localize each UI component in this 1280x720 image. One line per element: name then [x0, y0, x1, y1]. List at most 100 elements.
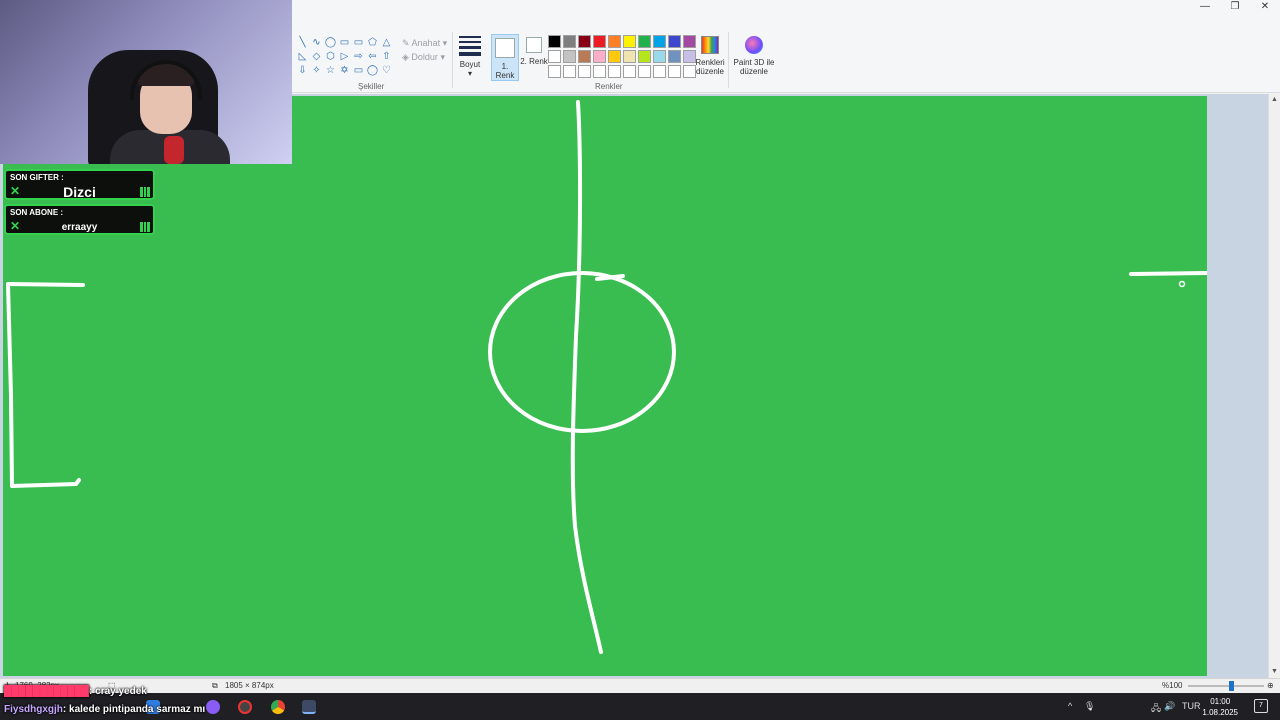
webcam-overlay — [0, 0, 292, 164]
shape-tool-icon[interactable]: ⬠ — [366, 36, 379, 49]
shape-tool-icon[interactable]: ▭ — [352, 64, 365, 77]
chat-message: Fiysdhgxgjh: kalede pintipanda sarmaz mı — [4, 704, 205, 715]
app-icon[interactable] — [238, 700, 252, 714]
palette-swatch[interactable] — [668, 50, 681, 63]
shape-tool-icon[interactable]: ◺ — [296, 50, 309, 63]
palette-swatch[interactable] — [653, 50, 666, 63]
clock[interactable]: 01:00 1.08.2025 — [1202, 696, 1238, 718]
paint3d-icon — [745, 36, 763, 54]
volume-icon[interactable]: 🔊 — [1164, 701, 1175, 712]
palette-swatch[interactable] — [548, 65, 561, 78]
palette-swatch[interactable] — [548, 35, 561, 48]
palette-swatch[interactable] — [593, 50, 606, 63]
paint3d-button[interactable]: Paint 3D ile düzenle — [732, 36, 776, 76]
palette-swatch[interactable] — [563, 65, 576, 78]
palette-swatch[interactable] — [638, 50, 651, 63]
minimize-button[interactable]: — — [1190, 0, 1220, 14]
chrome-icon[interactable] — [271, 700, 285, 714]
palette-swatch[interactable] — [653, 35, 666, 48]
shape-tool-icon[interactable]: ▭ — [352, 36, 365, 49]
palette-swatch[interactable] — [623, 50, 636, 63]
palette-swatch[interactable] — [623, 35, 636, 48]
zoom-level: %100 — [1162, 681, 1183, 690]
size-label: Boyut — [459, 60, 481, 69]
xbox-logo-icon: ✕ — [10, 184, 21, 198]
paint-app-icon[interactable] — [302, 700, 316, 714]
fill-dropdown[interactable]: ◈ Doldur ▾ — [402, 50, 447, 64]
palette-swatch[interactable] — [608, 35, 621, 48]
palette-swatch[interactable] — [578, 50, 591, 63]
shape-tool-icon[interactable]: ╲ — [296, 36, 309, 49]
restore-button[interactable]: ❐ — [1220, 0, 1250, 14]
shape-tool-icon[interactable]: ⇨ — [352, 50, 365, 63]
shape-tool-icon[interactable]: ◯ — [366, 64, 379, 77]
tray-chevron-icon[interactable]: ^ — [1068, 701, 1072, 711]
zoom-slider[interactable] — [1188, 685, 1264, 687]
language-indicator[interactable]: TUR — [1182, 701, 1201, 711]
shape-tool-icon[interactable]: ▭ — [338, 36, 351, 49]
outline-dropdown[interactable]: ✎ Anahat ▾ — [402, 36, 447, 50]
color-1-button[interactable]: 1. Renk — [491, 34, 519, 81]
close-button[interactable]: ✕ — [1250, 0, 1280, 14]
zoom-slider-thumb[interactable] — [1229, 681, 1234, 691]
palette-swatch[interactable] — [548, 50, 561, 63]
shape-tool-icon[interactable]: ▷ — [338, 50, 351, 63]
palette-swatch[interactable] — [638, 65, 651, 78]
palette-swatch[interactable] — [593, 65, 606, 78]
window-controls: — ❐ ✕ — [1190, 0, 1280, 14]
palette-swatch[interactable] — [623, 65, 636, 78]
shape-tool-icon[interactable]: ∿ — [310, 36, 323, 49]
palette-swatch[interactable] — [593, 35, 606, 48]
clock-date: 1.08.2025 — [1202, 708, 1238, 717]
center-circle — [488, 271, 676, 433]
chevron-down-icon: ▾ — [467, 69, 472, 78]
shape-tool-icon[interactable]: ⇧ — [380, 50, 393, 63]
shape-tool-icon[interactable]: ◇ — [310, 50, 323, 63]
last-subscriber-name: erraayy — [61, 222, 98, 233]
palette-swatch[interactable] — [638, 35, 651, 48]
football-pitch-drawing — [6, 100, 1207, 654]
shape-tool-icon[interactable]: ⬡ — [324, 50, 337, 63]
line-width-icon — [459, 36, 481, 56]
scroll-up-icon[interactable]: ▲ — [1269, 94, 1280, 106]
shape-tool-icon[interactable]: ⇦ — [366, 50, 379, 63]
palette-swatch[interactable] — [653, 65, 666, 78]
palette-swatch[interactable] — [668, 65, 681, 78]
shape-tool-icon[interactable]: ✡ — [338, 64, 351, 77]
size-button[interactable]: Boyut ▾ — [455, 36, 485, 78]
scroll-down-icon[interactable]: ▼ — [1269, 666, 1280, 678]
shape-tool-icon[interactable]: ◯ — [324, 36, 337, 49]
notification-center-icon[interactable]: 7 — [1254, 699, 1268, 713]
palette-swatch[interactable] — [668, 35, 681, 48]
battery-icon — [140, 222, 151, 232]
network-icon[interactable]: 🖧 — [1151, 701, 1161, 717]
shape-tool-icon[interactable]: ♡ — [380, 64, 393, 77]
shape-options: ✎ Anahat ▾ ◈ Doldur ▾ — [402, 36, 447, 64]
drawing-canvas[interactable] — [3, 96, 1207, 676]
shape-tool-icon[interactable]: ✧ — [310, 64, 323, 77]
palette-swatch[interactable] — [578, 35, 591, 48]
right-box-line — [1129, 271, 1207, 276]
colors-group-label: Renkler — [595, 82, 623, 91]
palette-swatch[interactable] — [608, 65, 621, 78]
edit-colors-button[interactable]: Renkleri düzenle — [694, 36, 726, 76]
color-palette — [548, 35, 696, 78]
palette-swatch[interactable] — [563, 35, 576, 48]
shape-tool-icon[interactable]: △ — [380, 36, 393, 49]
microphone-icon[interactable]: 🎙 — [1084, 701, 1095, 712]
chat-user-redacted: ████████████ — [4, 686, 90, 697]
palette-swatch[interactable] — [578, 65, 591, 78]
last-subscriber-title: SON ABONE : — [10, 208, 64, 217]
fill-label: Doldur — [411, 52, 438, 62]
vertical-scrollbar[interactable]: ▲ ▼ — [1268, 94, 1280, 678]
microphone — [164, 136, 184, 164]
shape-tool-icon[interactable]: ⇩ — [296, 64, 309, 77]
separator — [728, 32, 729, 88]
palette-swatch[interactable] — [563, 50, 576, 63]
color-2-button[interactable]: 2. Renk — [520, 34, 548, 66]
zoom-in-icon[interactable]: ⊕ — [1267, 681, 1274, 690]
shape-tool-icon[interactable]: ☆ — [324, 64, 337, 77]
app-icon[interactable] — [206, 700, 220, 714]
chat-username: Fiysdhgxgjh — [4, 704, 63, 715]
palette-swatch[interactable] — [608, 50, 621, 63]
